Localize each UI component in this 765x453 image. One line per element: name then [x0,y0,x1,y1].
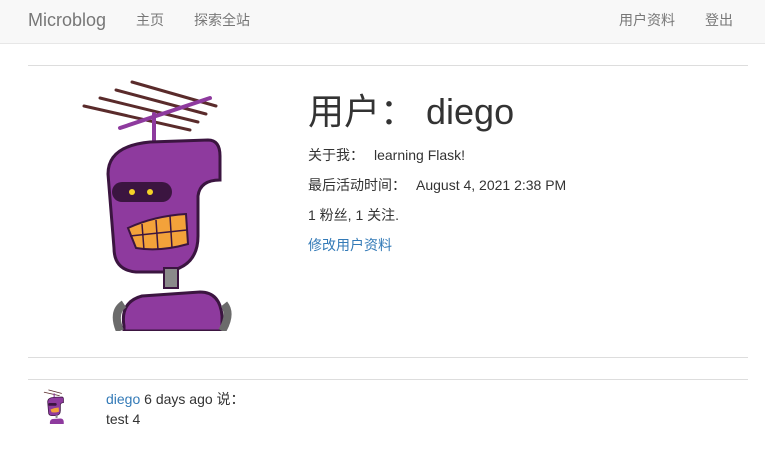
page-title: 用户： diego [308,91,515,132]
divider [28,379,748,380]
post-meta: diego 6 days ago 说： [106,390,245,408]
top-navbar: Microblog 主页 探索全站 用户资料 登出 [0,0,765,44]
about-me-row: 关于我： learning Flask! [308,146,465,164]
about-me-label: 关于我： [308,147,364,163]
last-seen-row: 最后活动时间： August 4, 2021 2:38 PM [308,176,566,194]
robot-avatar-icon[interactable] [40,388,70,424]
post-body: test 4 [106,411,141,427]
about-me-value: learning Flask! [374,147,466,163]
robot-avatar-icon [80,76,240,331]
divider [28,65,748,66]
post-author-link[interactable]: diego [106,391,140,407]
nav-profile-link[interactable]: 用户资料 [619,11,675,29]
divider [28,357,748,358]
edit-profile-link[interactable]: 修改用户资料 [308,236,392,254]
last-seen-label: 最后活动时间： [308,177,406,193]
followers-count: 1 粉丝, 1 关注. [308,207,400,223]
nav-home-link[interactable]: 主页 [136,11,164,29]
brand-link[interactable]: Microblog [28,9,106,31]
nav-logout-link[interactable]: 登出 [705,11,733,29]
post-timestamp: 6 days ago 说： [140,391,245,407]
nav-explore-link[interactable]: 探索全站 [194,11,250,29]
last-seen-value: August 4, 2021 2:38 PM [416,177,567,193]
